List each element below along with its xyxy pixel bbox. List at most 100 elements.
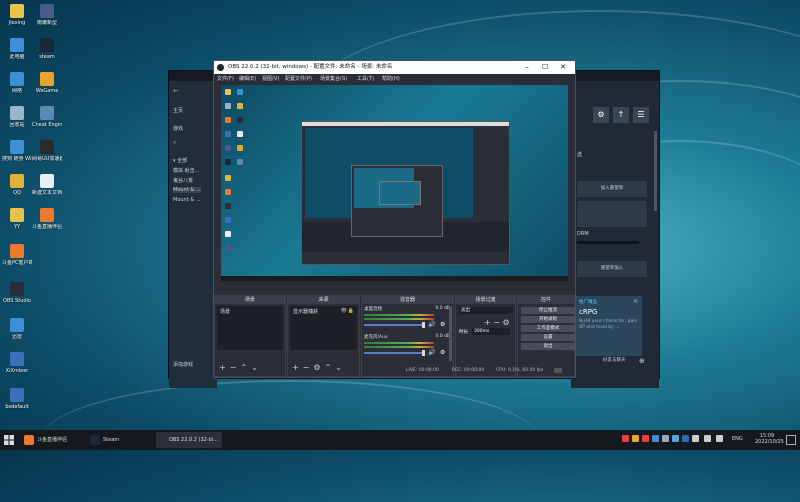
steam-game-item[interactable]: Mount & ... bbox=[173, 187, 201, 193]
steam-game-item[interactable]: Mount & ... bbox=[173, 197, 201, 203]
tray-icon[interactable] bbox=[662, 435, 669, 442]
add-icon[interactable]: + bbox=[484, 318, 491, 327]
tray-icon[interactable] bbox=[682, 435, 689, 442]
volume-icon[interactable] bbox=[716, 435, 723, 442]
desktop-icon[interactable]: 迅雷 bbox=[2, 318, 32, 340]
desktop-icon-label: 斗鱼PC客户端 bbox=[2, 260, 32, 266]
tray-icon[interactable] bbox=[642, 435, 649, 442]
desktop-icon[interactable]: WeGame bbox=[32, 72, 62, 94]
search-icon[interactable]: ⌕ bbox=[173, 139, 176, 147]
desktop-icon-label: 网易UU加速器 bbox=[32, 156, 62, 162]
steam-wishlist-button[interactable]: 愿望单加入 bbox=[577, 261, 647, 277]
desktop-icon[interactable]: 新建文本文档 bbox=[32, 174, 62, 196]
speaker-icon[interactable]: 🔊 bbox=[428, 321, 435, 328]
obs-window[interactable]: OBS 22.0.2 (32-bit, windows) - 配置文件: 未命名… bbox=[213, 60, 576, 378]
gear-icon[interactable]: ⚙ bbox=[440, 349, 445, 356]
steam-games-link[interactable]: 游戏 bbox=[173, 125, 183, 132]
steam-game-item[interactable]: 鬼谷八荒 bbox=[173, 177, 193, 184]
desktop-icon-label: OBS Studio bbox=[3, 298, 31, 304]
close-icon[interactable]: ✕ bbox=[633, 298, 638, 305]
lock-icon[interactable]: 🔒 bbox=[348, 308, 354, 314]
tray-icon[interactable] bbox=[632, 435, 639, 442]
steam-game-item[interactable]: 模拟 射击... bbox=[173, 167, 199, 174]
steam-menu-icon[interactable]: ☰ bbox=[633, 107, 649, 123]
settings-button[interactable]: 设置 bbox=[521, 334, 575, 341]
scenes-list[interactable]: 场景 bbox=[217, 306, 283, 350]
desktop-icon[interactable]: 搜狗 随身 WIFI bbox=[2, 140, 32, 162]
start-recording-button[interactable]: 开始录制 bbox=[521, 316, 575, 323]
taskbar-item-douyu[interactable]: 斗鱼直播伴侣 bbox=[24, 432, 86, 448]
steam-scrollbar[interactable] bbox=[654, 131, 657, 211]
transition-select[interactable]: 淡出 bbox=[459, 307, 513, 314]
desktop-icon[interactable]: bsdefault bbox=[2, 388, 32, 410]
menu-edit[interactable]: 编辑(E) bbox=[239, 75, 256, 82]
steam-wishlist-button[interactable]: 加入愿望单 bbox=[577, 181, 647, 197]
menu-help[interactable]: 帮助(H) bbox=[382, 75, 400, 82]
desktop-icon[interactable]: 斗鱼PC客户端 bbox=[2, 244, 32, 266]
desktop-icon[interactable]: Jiexing bbox=[2, 4, 32, 26]
steam-all-filter[interactable]: ▾ 全部 bbox=[173, 157, 187, 164]
start-button[interactable] bbox=[4, 432, 18, 448]
menu-tools[interactable]: 工具(T) bbox=[357, 75, 374, 82]
speaker-icon[interactable]: 🔊 bbox=[428, 349, 435, 356]
desktop-icon[interactable]: 网络 bbox=[2, 72, 32, 94]
minimize-icon[interactable]: – bbox=[519, 61, 535, 74]
tray-icon[interactable] bbox=[622, 435, 629, 442]
steam-home-link[interactable]: 主页 bbox=[173, 107, 183, 114]
back-icon[interactable]: ← bbox=[173, 87, 179, 95]
desktop-icon[interactable]: QQ bbox=[2, 174, 32, 196]
menu-scene-collection[interactable]: 场景集合(S) bbox=[320, 75, 347, 82]
volume-slider-handle[interactable] bbox=[422, 322, 425, 328]
cpu-status: CPU: 0.1%, 60.00 fps bbox=[496, 368, 544, 373]
preview-display-capture bbox=[221, 85, 568, 281]
mixer-scrollbar[interactable] bbox=[449, 306, 452, 361]
tray-icon[interactable] bbox=[672, 435, 679, 442]
obs-preview[interactable] bbox=[221, 85, 568, 281]
desktop-icon[interactable]: 斗鱼直播伴侣 bbox=[32, 208, 62, 230]
menu-profile[interactable]: 配置文件(P) bbox=[285, 75, 312, 82]
desktop-icon[interactable]: 雨嫩新型 bbox=[32, 4, 62, 26]
taskbar-clock[interactable]: 15:09 2022/10/25 bbox=[755, 433, 784, 445]
stop-streaming-button[interactable]: 停止推流 bbox=[521, 307, 575, 314]
battery-icon[interactable] bbox=[704, 435, 711, 442]
crpg-promo-card[interactable]: 推广精品 cRPG Build your character, gain XP … bbox=[576, 296, 642, 356]
taskbar-item-obs[interactable]: OBS 22.0.2 (32-bi... bbox=[156, 432, 222, 448]
duration-input[interactable]: 300ms bbox=[472, 328, 510, 335]
close-icon[interactable]: ✕ bbox=[555, 61, 571, 74]
transition-tools: + − ⚙ bbox=[484, 318, 510, 327]
desktop-icon[interactable]: 网易UU加速器 bbox=[32, 140, 62, 162]
gear-icon[interactable]: ⚙ bbox=[503, 318, 510, 327]
eye-icon[interactable]: 👁 bbox=[341, 308, 347, 314]
volume-slider-handle[interactable] bbox=[422, 350, 425, 356]
gear-icon[interactable]: ⚙ bbox=[440, 321, 445, 328]
app-icon bbox=[10, 174, 24, 188]
desktop-icon[interactable]: 此电脑 bbox=[2, 38, 32, 60]
steam-friends-button[interactable]: 好友与聊天 bbox=[603, 357, 626, 363]
tray-icon[interactable] bbox=[652, 435, 659, 442]
notification-icon[interactable] bbox=[786, 435, 796, 445]
volume-slider[interactable] bbox=[364, 352, 424, 354]
mixer-channel: 麦克风/Aux 0.0 dB 🔊 ⚙ bbox=[364, 334, 450, 360]
network-icon[interactable] bbox=[692, 435, 699, 442]
steam-add-game[interactable]: 添加游戏 bbox=[173, 361, 193, 368]
desktop-icon[interactable]: YY bbox=[2, 208, 32, 230]
menu-file[interactable]: 文件(F) bbox=[217, 75, 234, 82]
remove-icon[interactable]: − bbox=[493, 318, 500, 327]
desktop-icon[interactable]: steam bbox=[32, 38, 62, 60]
scene-item[interactable]: 场景 bbox=[217, 306, 283, 317]
gear-icon[interactable]: ⚙ bbox=[593, 107, 609, 123]
studio-mode-button[interactable]: 工作室模式 bbox=[521, 325, 575, 332]
menu-view[interactable]: 视图(V) bbox=[262, 75, 279, 82]
desktop-icon[interactable]: OBS Studio bbox=[2, 282, 32, 304]
desktop-icon[interactable]: 回收站 bbox=[2, 106, 32, 128]
upload-icon[interactable]: ↑ bbox=[613, 107, 629, 123]
desktop-icon[interactable]: Cheat Engine bbox=[32, 106, 62, 128]
volume-slider[interactable] bbox=[364, 324, 424, 326]
exit-button[interactable]: 退出 bbox=[521, 343, 575, 350]
add-friend-icon[interactable]: ⊕ bbox=[639, 357, 645, 365]
sources-list[interactable]: 显示器捕获 👁 🔒 bbox=[290, 306, 357, 350]
maximize-icon[interactable]: ☐ bbox=[537, 61, 553, 74]
desktop-icon[interactable]: XiXmleer bbox=[2, 352, 32, 374]
taskbar-item-steam[interactable]: Steam bbox=[90, 432, 152, 448]
input-language[interactable]: ENG bbox=[732, 436, 743, 442]
